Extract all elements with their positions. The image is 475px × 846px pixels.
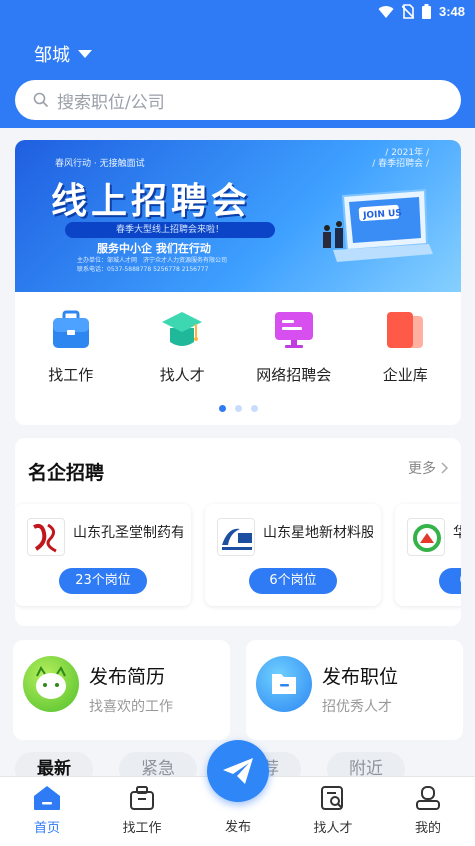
company-card[interactable]: 华 6个岗位 xyxy=(395,504,461,606)
publish-label: 发布 xyxy=(224,820,251,835)
nav-label: 我的 xyxy=(414,821,441,836)
briefcase-icon xyxy=(130,786,154,810)
search-icon xyxy=(33,92,49,108)
company-list[interactable]: 山东孔圣堂制药有限公司 23个岗位 山东星地新材料股份有限公司 6个岗位 华 6… xyxy=(15,504,461,608)
search-talent-icon xyxy=(321,786,343,810)
person-icon xyxy=(416,786,440,810)
banner[interactable]: 春风行动 · 无接触面试 / 2021年 / / 春季招聘会 / 线上招聘会 春… xyxy=(15,140,461,292)
header: 邹城 搜索职位/公司 xyxy=(0,28,475,128)
clock: 3:48 xyxy=(438,4,465,19)
company-logo xyxy=(27,518,65,556)
quick-link-label: 找人才 xyxy=(159,366,205,384)
nav-label: 找人才 xyxy=(313,821,353,836)
city-label: 邹城 xyxy=(34,45,70,66)
dropdown-arrow-icon xyxy=(78,50,92,58)
more-label: 更多 xyxy=(408,461,436,477)
job-count-badge[interactable]: 6个岗位 xyxy=(249,568,337,594)
quick-link-find-talent[interactable]: 找人才 xyxy=(127,310,239,385)
wifi-icon xyxy=(378,5,394,18)
more-link[interactable]: 更多 xyxy=(408,458,449,478)
nav-label: 首页 xyxy=(33,821,60,836)
banner-organizer-line1: 主办单位：邹城人才网 济宁众才人力资源服务有限公司 xyxy=(77,257,228,264)
quick-link-label: 网络招聘会 xyxy=(256,366,332,384)
laptop-illustration: JOIN US xyxy=(323,188,433,262)
company-cards-icon xyxy=(387,312,424,348)
company-card[interactable]: 山东星地新材料股份有限公司 6个岗位 xyxy=(205,504,381,606)
featured-companies-card: 名企招聘 更多 山东孔圣堂制药有限公司 23个岗位 山东星地新材料股份有限公司 … xyxy=(15,438,461,626)
job-count-badge[interactable]: 6个岗位 xyxy=(439,568,461,594)
battery-icon xyxy=(421,4,431,19)
monitor-icon xyxy=(274,312,313,348)
company-card[interactable]: 山东孔圣堂制药有限公司 23个岗位 xyxy=(15,504,191,606)
carousel-dot-active[interactable] xyxy=(218,405,226,412)
post-resume-title: 发布简历 xyxy=(89,666,166,688)
city-selector[interactable]: 邹城 xyxy=(34,41,92,67)
carousel-dot[interactable] xyxy=(234,405,242,412)
quick-link-label: 企业库 xyxy=(382,366,428,384)
quick-links: 找工作 找人才 网络招聘会 企业库 xyxy=(15,310,461,385)
post-resume-subtitle: 找喜欢的工作 xyxy=(89,699,173,715)
nav-home[interactable]: 首页 xyxy=(7,785,87,836)
section-title: 名企招聘 xyxy=(28,462,105,484)
company-name: 山东星地新材料股份有限公司 xyxy=(263,525,373,541)
nav-find-job[interactable]: 找工作 xyxy=(102,785,182,836)
banner-tagline: 春风行动 · 无接触面试 xyxy=(55,159,145,169)
post-resume-card[interactable]: 发布简历 找喜欢的工作 xyxy=(13,640,230,740)
search-bar[interactable]: 搜索职位/公司 xyxy=(15,80,461,120)
nav-profile[interactable]: 我的 xyxy=(388,785,468,836)
post-job-card[interactable]: 发布职位 招优秀人才 xyxy=(246,640,463,740)
quick-link-online-fair[interactable]: 网络招聘会 xyxy=(238,310,350,385)
company-name: 山东孔圣堂制药有限公司 xyxy=(73,525,183,541)
graduation-cap-icon xyxy=(162,312,203,346)
job-count-badge[interactable]: 23个岗位 xyxy=(59,568,147,594)
briefcase-icon xyxy=(52,310,89,348)
post-job-title: 发布职位 xyxy=(322,666,399,688)
no-sim-icon xyxy=(401,4,414,19)
post-job-subtitle: 招优秀人才 xyxy=(322,699,392,715)
banner-season: / 春季招聘会 / xyxy=(372,159,429,169)
carousel-dot[interactable] xyxy=(250,405,258,412)
banner-organizer: 主办单位：邹城人才网 济宁众才人力资源服务有限公司 联系电话：0537-5888… xyxy=(77,256,227,274)
status-bar: 3:48 xyxy=(0,0,475,28)
nav-find-talent[interactable]: 找人才 xyxy=(293,785,373,836)
quick-link-label: 找工作 xyxy=(48,366,94,384)
banner-year-tag: / 2021年 / / 春季招聘会 / xyxy=(372,148,429,170)
carousel-indicator[interactable] xyxy=(15,405,461,412)
banner-headline: 线上招聘会 xyxy=(51,181,252,222)
search-input[interactable]: 搜索职位/公司 xyxy=(57,88,165,113)
quick-link-find-job[interactable]: 找工作 xyxy=(15,310,127,385)
nav-label: 找工作 xyxy=(122,821,162,836)
banner-slogan: 服务中小企 我们在行动 xyxy=(97,242,211,255)
banner-organizer-line2: 联系电话：0537-5888778 5256778 2156777 xyxy=(77,266,209,273)
company-logo xyxy=(407,518,445,556)
banner-year: / 2021年 / xyxy=(385,148,429,158)
company-logo xyxy=(217,518,255,556)
company-name: 华 xyxy=(453,525,461,541)
publish-button[interactable] xyxy=(207,740,269,802)
folder-icon xyxy=(256,656,312,712)
home-top-card: 春风行动 · 无接触面试 / 2021年 / / 春季招聘会 / 线上招聘会 春… xyxy=(15,140,461,425)
chevron-right-icon xyxy=(441,462,449,474)
home-icon xyxy=(34,786,60,810)
quick-link-company-db[interactable]: 企业库 xyxy=(350,310,462,385)
resume-mascot-icon xyxy=(23,656,79,712)
banner-subline: 春季大型线上招聘会来啦！ xyxy=(65,222,275,238)
paper-plane-icon xyxy=(223,758,253,784)
